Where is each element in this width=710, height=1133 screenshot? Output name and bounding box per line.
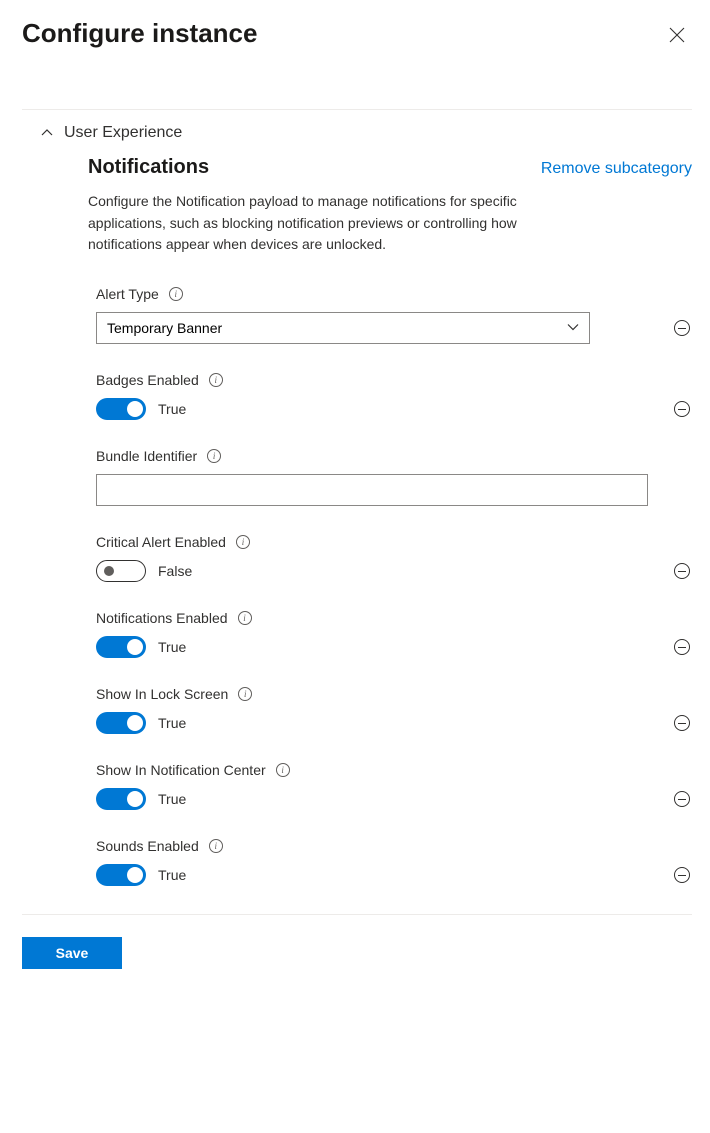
field-label: Show In Lock Screen — [96, 686, 228, 702]
category-row[interactable]: User Experience — [22, 110, 692, 156]
toggle-value: True — [158, 867, 186, 883]
show-in-notification-center-toggle[interactable] — [96, 788, 146, 810]
show-in-lock-screen-toggle[interactable] — [96, 712, 146, 734]
field-notifications-enabled: Notifications Enabled True — [96, 610, 692, 658]
remove-setting-button[interactable] — [672, 399, 692, 419]
remove-setting-button[interactable] — [672, 713, 692, 733]
remove-setting-button[interactable] — [672, 637, 692, 657]
remove-setting-button[interactable] — [672, 865, 692, 885]
remove-icon — [674, 639, 690, 655]
field-label: Alert Type — [96, 286, 159, 302]
save-button[interactable]: Save — [22, 937, 122, 969]
field-label: Badges Enabled — [96, 372, 199, 388]
field-bundle-identifier: Bundle Identifier — [96, 448, 692, 506]
field-sounds-enabled: Sounds Enabled True — [96, 838, 692, 886]
field-critical-alert-enabled: Critical Alert Enabled False — [96, 534, 692, 582]
badges-enabled-toggle[interactable] — [96, 398, 146, 420]
info-icon[interactable] — [209, 373, 223, 387]
remove-icon — [674, 563, 690, 579]
field-label: Show In Notification Center — [96, 762, 266, 778]
info-icon[interactable] — [276, 763, 290, 777]
remove-icon — [674, 320, 690, 336]
toggle-value: True — [158, 715, 186, 731]
toggle-value: False — [158, 563, 192, 579]
info-icon[interactable] — [207, 449, 221, 463]
info-icon[interactable] — [238, 687, 252, 701]
info-icon[interactable] — [238, 611, 252, 625]
field-label: Bundle Identifier — [96, 448, 197, 464]
info-icon[interactable] — [169, 287, 183, 301]
field-show-in-lock-screen: Show In Lock Screen True — [96, 686, 692, 734]
remove-setting-button[interactable] — [672, 561, 692, 581]
remove-icon — [674, 401, 690, 417]
toggle-value: True — [158, 639, 186, 655]
info-icon[interactable] — [209, 839, 223, 853]
toggle-value: True — [158, 401, 186, 417]
sounds-enabled-toggle[interactable] — [96, 864, 146, 886]
info-icon[interactable] — [236, 535, 250, 549]
remove-icon — [674, 791, 690, 807]
close-button[interactable] — [662, 20, 692, 53]
subcategory-description: Configure the Notification payload to ma… — [88, 191, 568, 286]
close-icon — [669, 27, 685, 43]
remove-icon — [674, 867, 690, 883]
page-title: Configure instance — [22, 18, 257, 49]
alert-type-select[interactable]: Temporary Banner — [96, 312, 590, 344]
remove-subcategory-button[interactable]: Remove subcategory — [541, 156, 692, 178]
field-show-in-notification-center: Show In Notification Center True — [96, 762, 692, 810]
field-alert-type: Alert Type Temporary Banner — [96, 286, 692, 344]
remove-setting-button[interactable] — [672, 789, 692, 809]
field-label: Sounds Enabled — [96, 838, 199, 854]
bundle-identifier-input[interactable] — [96, 474, 648, 506]
remove-setting-button[interactable] — [672, 318, 692, 338]
field-label: Critical Alert Enabled — [96, 534, 226, 550]
critical-alert-toggle[interactable] — [96, 560, 146, 582]
field-badges-enabled: Badges Enabled True — [96, 372, 692, 420]
subcategory-title: Notifications — [88, 156, 209, 179]
category-label: User Experience — [64, 124, 182, 142]
notifications-enabled-toggle[interactable] — [96, 636, 146, 658]
field-label: Notifications Enabled — [96, 610, 228, 626]
remove-icon — [674, 715, 690, 731]
chevron-up-icon — [40, 126, 54, 140]
toggle-value: True — [158, 791, 186, 807]
